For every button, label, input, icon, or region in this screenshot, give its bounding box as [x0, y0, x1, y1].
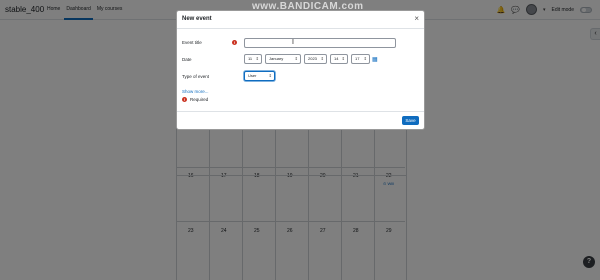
- required-text: Required: [190, 96, 209, 102]
- calendar-icon[interactable]: ▦: [372, 56, 378, 63]
- hour-select[interactable]: 14 ⇕: [330, 54, 348, 64]
- hour-value: 14: [334, 56, 339, 61]
- event-title-input[interactable]: [244, 38, 396, 48]
- new-event-modal: New event × Event title ! I Date 11 ⇕ Jan…: [176, 10, 425, 130]
- event-title-label: Event title: [182, 40, 202, 45]
- chevron-updown-icon: ⇕: [268, 73, 272, 78]
- day-value: 11: [248, 56, 253, 61]
- exclamation-circle-icon: !: [182, 96, 187, 102]
- year-value: 2023: [308, 56, 317, 61]
- text-cursor-icon: I: [292, 39, 294, 46]
- month-select[interactable]: January ⇕: [265, 54, 301, 64]
- day-select[interactable]: 11 ⇕: [244, 54, 262, 64]
- minute-value: 17: [355, 56, 360, 61]
- type-of-event-label: Type of event: [182, 74, 210, 79]
- type-of-event-select[interactable]: User ⇕: [244, 71, 275, 81]
- close-icon[interactable]: ×: [414, 15, 419, 23]
- required-legend: ! Required: [182, 96, 208, 102]
- show-more-link[interactable]: Show more...: [182, 89, 209, 94]
- type-value: User: [248, 73, 257, 78]
- minute-select[interactable]: 17 ⇕: [351, 54, 370, 64]
- exclamation-circle-icon: !: [232, 40, 237, 45]
- save-button[interactable]: Save: [402, 116, 419, 125]
- chevron-updown-icon: ⇕: [363, 56, 367, 61]
- date-label: Date: [182, 57, 192, 62]
- chevron-updown-icon: ⇕: [320, 56, 324, 61]
- chevron-updown-icon: ⇕: [255, 56, 259, 61]
- month-value: January: [269, 56, 284, 61]
- modal-title: New event: [182, 16, 212, 22]
- year-select[interactable]: 2023 ⇕: [304, 54, 327, 64]
- chevron-updown-icon: ⇕: [341, 56, 345, 61]
- chevron-updown-icon: ⇕: [294, 56, 298, 61]
- modal-footer-divider: [177, 111, 424, 112]
- modal-header: New event ×: [177, 11, 424, 29]
